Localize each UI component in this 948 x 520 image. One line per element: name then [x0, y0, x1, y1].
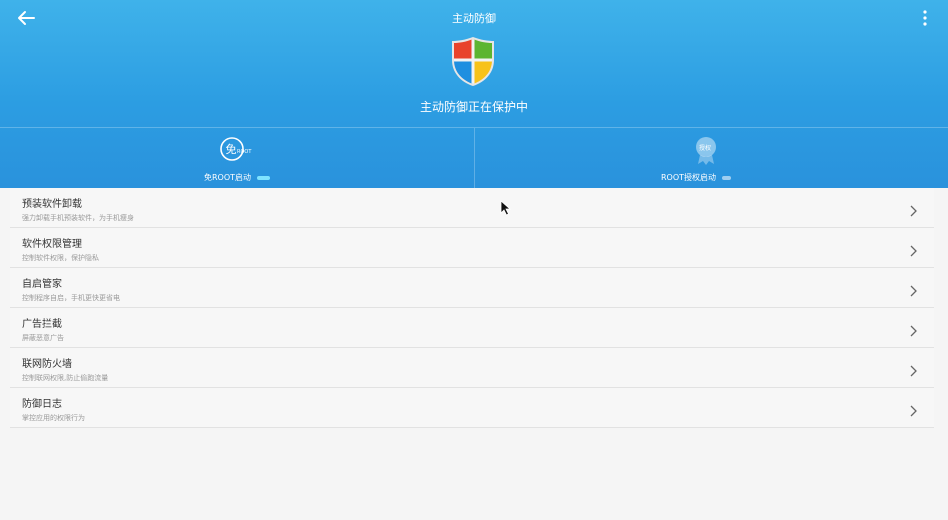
list-item-title: 广告拦截	[22, 319, 62, 330]
list-item-subtitle: 控制软件权限，保护隐私	[22, 254, 99, 262]
authorize-badge-icon: 授权	[693, 136, 719, 165]
root-auth-mode-button[interactable]: 授权 ROOT授权启动	[474, 128, 948, 189]
list-item-title: 预装软件卸载	[22, 199, 82, 210]
no-root-icon-char: 免	[226, 142, 237, 156]
list-item-title: 软件权限管理	[22, 239, 82, 250]
list-item-title: 防御日志	[22, 399, 62, 410]
chevron-right-icon	[910, 362, 918, 377]
status-badge	[722, 175, 732, 180]
list-item-subtitle: 强力卸载手机预装软件，为手机瘦身	[22, 214, 134, 222]
list-item-title: 联网防火墙	[22, 359, 72, 370]
no-root-icon-sub: ROOT	[237, 149, 252, 155]
list-item-preinstalled-uninstall[interactable]: 预装软件卸载 强力卸载手机预装软件，为手机瘦身	[10, 188, 934, 228]
chevron-right-icon	[910, 202, 918, 217]
list-item-subtitle: 掌控应用的权限行为	[22, 414, 85, 422]
chevron-right-icon	[910, 322, 918, 337]
status-badge	[257, 175, 271, 180]
protection-status-text: 主动防御正在保护中	[419, 100, 528, 114]
list-item-subtitle: 控制联网权限,防止偷跑流量	[22, 374, 109, 382]
chevron-right-icon	[910, 282, 918, 297]
list-item-autostart-manager[interactable]: 自启管家 控制程序自启，手机更快更省电	[10, 268, 934, 308]
app-window: 主动防御 主动防御正在保护中 免 ROOT 免ROOT启动 授权 ROOT授权启…	[0, 0, 948, 520]
list-item-subtitle: 控制程序自启，手机更快更省电	[22, 294, 120, 302]
list-item-ad-blocking[interactable]: 广告拦截 屏蔽恶意广告	[10, 308, 934, 348]
no-root-mode-button[interactable]: 免 ROOT 免ROOT启动	[0, 128, 474, 189]
launch-mode-row: 免 ROOT 免ROOT启动 授权 ROOT授权启动	[0, 127, 948, 189]
header: 主动防御 主动防御正在保护中 免 ROOT 免ROOT启动 授权 ROOT授权启…	[0, 0, 948, 189]
list-item-title: 自启管家	[22, 279, 62, 290]
more-options-icon[interactable]	[920, 8, 930, 28]
shield-icon	[450, 36, 496, 86]
chevron-right-icon	[910, 402, 918, 417]
mouse-cursor-icon	[500, 200, 512, 216]
list-item-defense-log[interactable]: 防御日志 掌控应用的权限行为	[10, 388, 934, 428]
no-root-mode-label: 免ROOT启动	[204, 173, 252, 182]
list-item-network-firewall[interactable]: 联网防火墙 控制联网权限,防止偷跑流量	[10, 348, 934, 388]
list-item-subtitle: 屏蔽恶意广告	[22, 334, 64, 342]
no-root-icon: 免 ROOT	[220, 136, 252, 162]
feature-list: 预装软件卸载 强力卸载手机预装软件，为手机瘦身 软件权限管理 控制软件权限，保护…	[10, 188, 934, 428]
list-item-permission-manager[interactable]: 软件权限管理 控制软件权限，保护隐私	[10, 228, 934, 268]
top-bar: 主动防御	[0, 0, 948, 36]
authorize-icon-text: 授权	[699, 144, 711, 152]
root-auth-mode-label: ROOT授权启动	[661, 173, 717, 182]
chevron-right-icon	[910, 242, 918, 257]
page-title: 主动防御	[452, 12, 496, 25]
